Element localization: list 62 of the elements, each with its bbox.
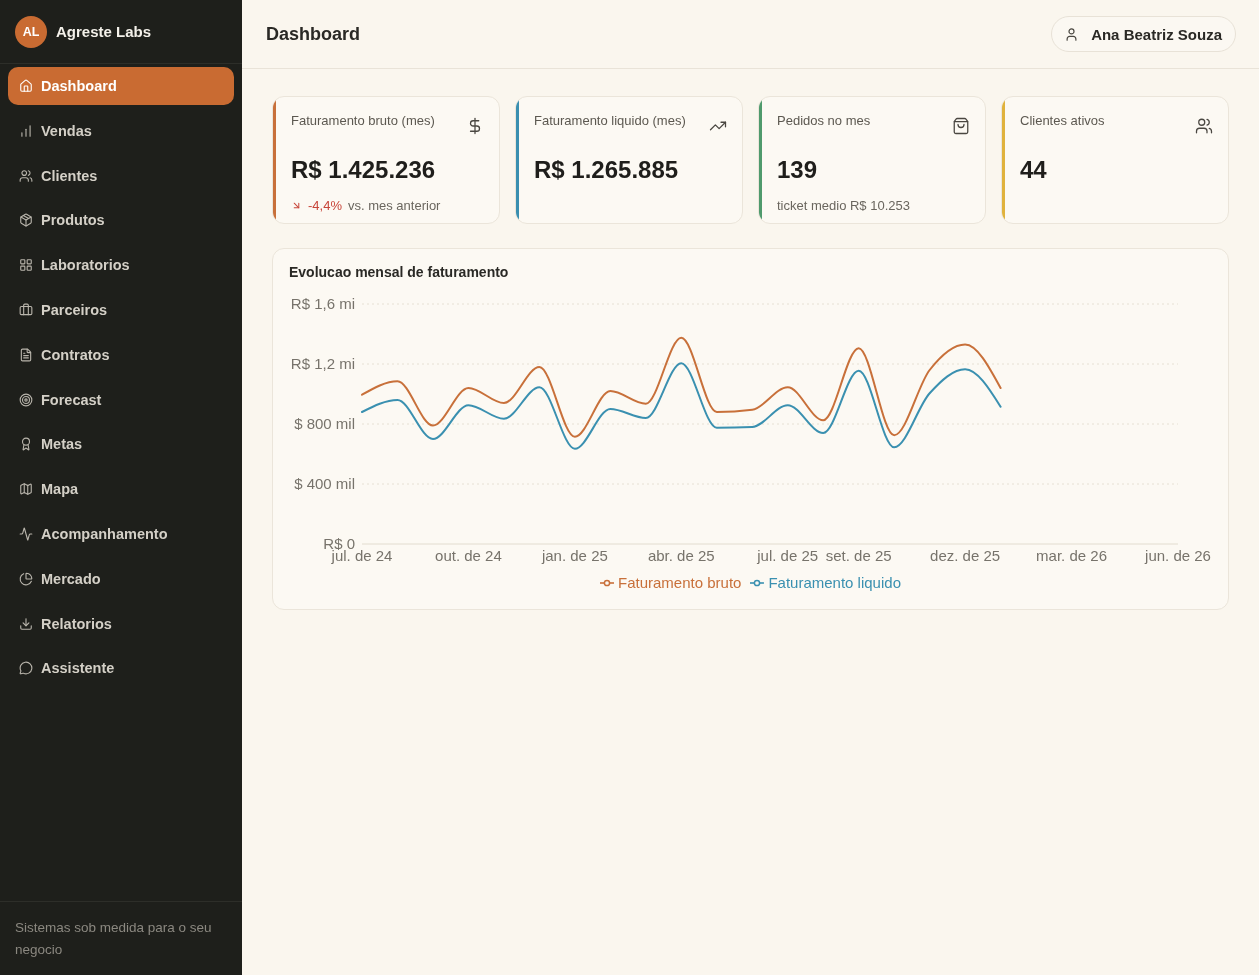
nav-item[interactable]: Mapa xyxy=(8,470,234,509)
nav-item[interactable]: Produtos xyxy=(8,201,234,240)
nav-item[interactable]: Laboratorios xyxy=(8,246,234,285)
card-title: Pedidos no mes xyxy=(777,112,871,129)
pulse-icon xyxy=(19,526,33,541)
y-axis-label: R$ 1,2 mi xyxy=(290,354,355,372)
nav-item[interactable]: Acompanhamento xyxy=(8,514,234,553)
card-value: R$ 1.265.885 xyxy=(534,156,680,184)
x-axis-label: out. de 24 xyxy=(435,546,502,564)
nav-item[interactable]: Relatorios xyxy=(8,604,234,643)
briefcase-icon xyxy=(19,303,33,317)
legend-label: Faturamento liquido xyxy=(768,574,901,592)
nav-item[interactable]: Forecast xyxy=(8,380,234,419)
brand-logo: AL xyxy=(15,15,47,48)
card-value: 139 xyxy=(777,156,819,184)
card-value: R$ 1.425.236 xyxy=(291,156,437,184)
card-title: Faturamento bruto (mes) xyxy=(291,112,435,129)
x-axis-label: jan. de 25 xyxy=(541,546,608,564)
map-icon xyxy=(19,482,33,497)
brand-name: Agreste Labs xyxy=(56,23,152,40)
nav-item[interactable]: Parceiros xyxy=(8,291,234,329)
chat-bubble-icon xyxy=(19,661,33,676)
card-title: Faturamento liquido (mes) xyxy=(534,112,686,129)
user-icon xyxy=(1064,26,1080,42)
package-icon xyxy=(19,213,33,228)
sidebar-tagline: Sistemas sob medida para o seu negocio xyxy=(0,901,242,975)
users-icon xyxy=(1195,117,1213,135)
user-menu-button[interactable]: Ana Beatriz Souza xyxy=(1051,16,1236,52)
nav-item[interactable]: Vendas xyxy=(8,111,234,150)
x-axis-label: abr. de 25 xyxy=(647,546,715,564)
download-icon xyxy=(19,616,33,631)
nav-item[interactable]: Contratos xyxy=(8,335,234,374)
card-note: vs. mes anterior xyxy=(347,197,441,214)
page-title: Dashboard xyxy=(266,23,361,45)
nav-item[interactable]: Dashboard xyxy=(8,67,234,105)
bar-chart-icon xyxy=(19,123,33,138)
shopping-bag-icon xyxy=(952,117,970,135)
nav-item[interactable]: Metas xyxy=(8,425,234,464)
x-axis-label: dez. de 25 xyxy=(930,546,1001,564)
y-axis-label: $ 400 mil xyxy=(294,474,355,492)
y-axis-label: $ 800 mil xyxy=(294,414,355,432)
pie-chart-icon xyxy=(19,571,33,586)
house-icon xyxy=(19,79,33,93)
legend-label: Faturamento bruto xyxy=(618,574,742,592)
nav-item[interactable]: Mercado xyxy=(8,559,234,598)
award-icon xyxy=(19,437,33,452)
y-axis-label: R$ 1,6 mi xyxy=(290,294,355,312)
card-value: 44 xyxy=(1020,156,1048,184)
delta-value: -4,4% xyxy=(308,197,342,214)
card-note: ticket medio R$ 10.253 xyxy=(777,197,910,214)
x-axis-label: mar. de 26 xyxy=(1036,546,1107,564)
x-axis-label: jul. de 25 xyxy=(757,546,819,564)
x-axis-label: set. de 25 xyxy=(825,546,892,564)
card-title: Clientes ativos xyxy=(1020,112,1105,129)
nav-item[interactable]: Assistente xyxy=(8,649,234,688)
target-icon xyxy=(19,392,33,407)
grid-icon xyxy=(19,258,33,273)
users-icon xyxy=(19,168,33,183)
document-icon xyxy=(19,347,33,362)
chart-title: Evolucao mensal de faturamento xyxy=(289,263,510,281)
x-axis-label: jun. de 26 xyxy=(1145,546,1211,564)
nav-item[interactable]: Clientes xyxy=(8,156,234,195)
